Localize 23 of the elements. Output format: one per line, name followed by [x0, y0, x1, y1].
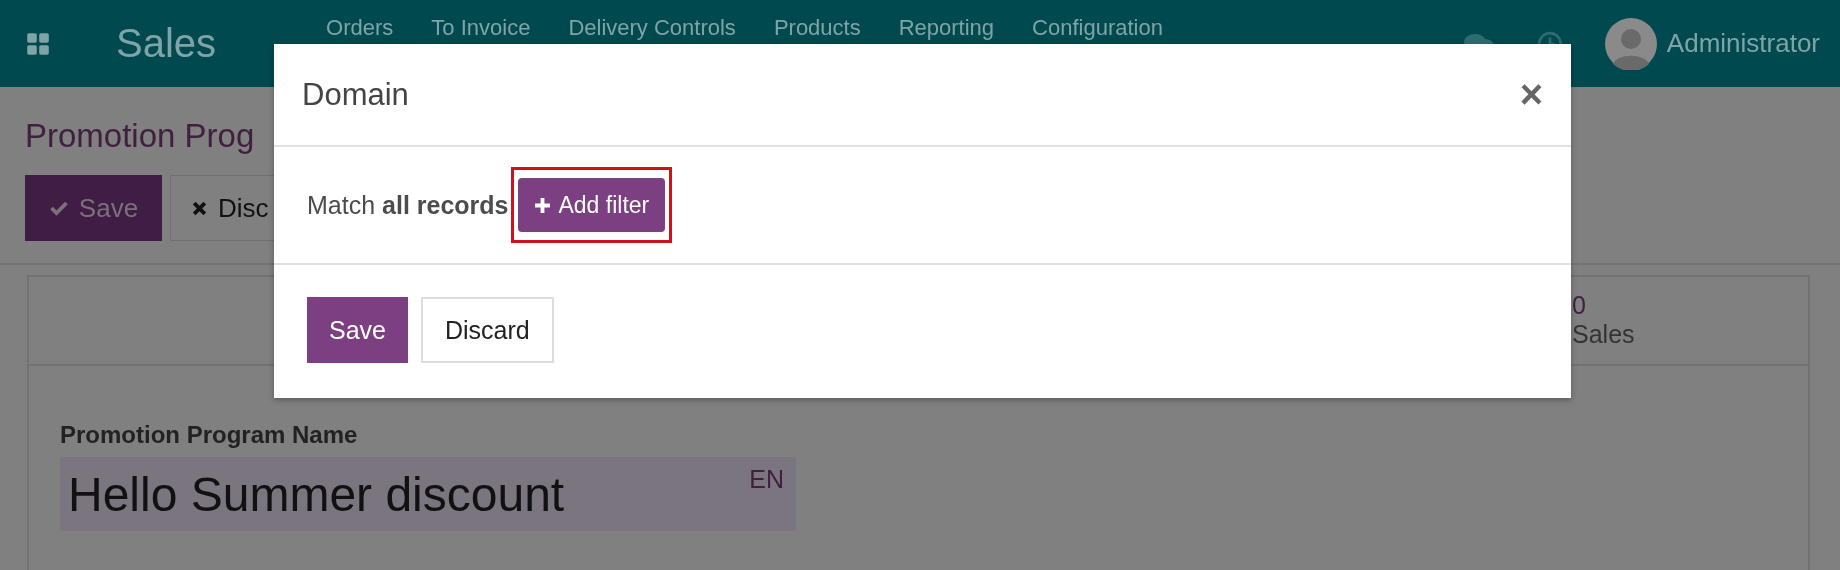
stat-button[interactable]: 0 Sales	[1568, 277, 1808, 364]
name-field[interactable]: Hello Summer discount EN	[60, 457, 796, 531]
save-button[interactable]: Save	[25, 175, 162, 241]
avatar-icon	[1604, 17, 1657, 70]
app-title: Sales	[116, 21, 217, 66]
apps-menu-icon[interactable]	[26, 31, 50, 56]
menu-item[interactable]: To Invoice	[431, 16, 531, 40]
plus-icon	[534, 196, 552, 214]
user-name: Administrator	[1666, 28, 1820, 59]
close-button[interactable]: ×	[1519, 72, 1543, 117]
menu-item[interactable]: Delivery Controls	[568, 16, 736, 40]
menu-item[interactable]: Products	[773, 16, 861, 40]
menu-item[interactable]: Orders	[326, 16, 394, 40]
dialog-title: Domain	[302, 76, 409, 113]
menu-item[interactable]: Reporting	[898, 16, 995, 40]
close-icon	[191, 199, 208, 217]
field-label: Promotion Program Name	[60, 421, 359, 449]
add-filter-button[interactable]: Add filter	[518, 178, 666, 232]
user-menu[interactable]: Administrator	[1604, 17, 1820, 70]
discard-button[interactable]: Discard	[421, 297, 554, 363]
menu-item[interactable]: Configuration	[1032, 16, 1163, 40]
save-button[interactable]: Save	[307, 297, 408, 363]
language-badge[interactable]: EN	[749, 465, 784, 494]
